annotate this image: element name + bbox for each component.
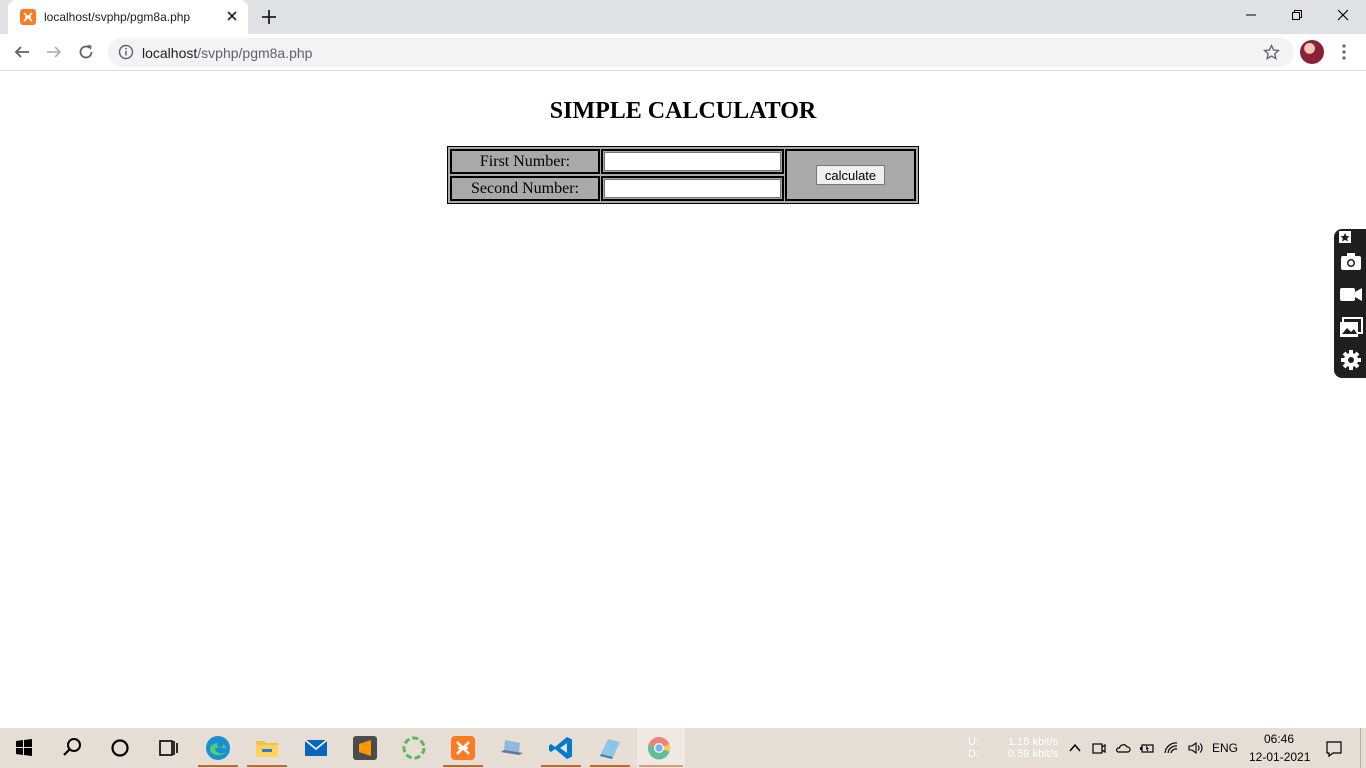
arrow-right-icon	[47, 46, 62, 58]
cortana-icon[interactable]	[106, 734, 134, 762]
profile-avatar[interactable]	[1300, 40, 1324, 64]
more-menu-icon[interactable]	[1336, 43, 1352, 61]
taskbar: U: D: 1.18 kbit/s 0.59 kbit/s	[0, 728, 1366, 768]
reload-icon	[79, 45, 93, 59]
close-window-button[interactable]	[1320, 0, 1366, 30]
file-explorer-icon[interactable]	[253, 734, 281, 762]
url-text: localhost/svphp/pgm8a.php	[142, 45, 312, 61]
page-title: SIMPLE CALCULATOR	[549, 98, 817, 124]
minimize-button[interactable]	[1228, 0, 1274, 30]
volume-icon[interactable]	[1187, 740, 1203, 756]
task-view-icon[interactable]	[154, 734, 182, 762]
close-tab-icon[interactable]	[224, 8, 240, 24]
xampp-taskbar-icon[interactable]	[449, 734, 477, 762]
start-icon[interactable]	[10, 734, 38, 762]
net-down-value: 0.59 kbit/s	[1008, 748, 1059, 760]
battery-icon[interactable]	[1139, 740, 1155, 756]
second-number-input[interactable]	[604, 179, 781, 198]
camera-icon[interactable]	[1339, 250, 1363, 272]
bookmark-star-icon[interactable]	[1263, 44, 1280, 61]
wifi-icon[interactable]	[1163, 740, 1179, 756]
pin-icon[interactable]	[1337, 229, 1353, 245]
browser-tab[interactable]: localhost/svphp/pgm8a.php	[8, 0, 248, 34]
notepad-active-indicator	[590, 765, 630, 767]
first-number-label: First Number:	[450, 149, 600, 174]
video-icon[interactable]	[1339, 283, 1363, 305]
minimize-icon	[1246, 14, 1256, 16]
address-bar[interactable]: localhost/svphp/pgm8a.php	[108, 38, 1294, 67]
url-path: /svphp/pgm8a.php	[197, 45, 313, 61]
capture-toolbar	[1334, 229, 1366, 378]
new-tab-icon[interactable]	[260, 8, 278, 26]
sync-icon[interactable]	[400, 734, 428, 762]
back-button[interactable]	[11, 41, 33, 63]
url-host: localhost	[142, 45, 198, 61]
mail-icon[interactable]	[302, 734, 330, 762]
explorer-active-indicator	[247, 765, 287, 767]
tab-strip: localhost/svphp/pgm8a.php	[0, 0, 1366, 34]
close-icon	[1337, 9, 1349, 21]
language-indicator[interactable]: ENG	[1212, 741, 1238, 755]
edge-icon[interactable]	[204, 734, 232, 762]
onedrive-icon[interactable]	[1115, 740, 1131, 756]
browser-toolbar: localhost/svphp/pgm8a.php	[0, 34, 1366, 71]
info-icon[interactable]	[118, 44, 134, 60]
xampp-icon	[20, 9, 36, 25]
chrome-active-highlight	[637, 728, 685, 768]
clock-time[interactable]: 06:46	[1264, 732, 1294, 746]
restore-button[interactable]	[1274, 0, 1320, 30]
net-up-value: 1.18 kbit/s	[1008, 736, 1059, 748]
calculate-button[interactable]: calculate	[816, 165, 885, 185]
chevron-up-icon[interactable]	[1067, 740, 1083, 756]
settings-icon[interactable]	[1339, 349, 1363, 371]
second-number-label: Second Number:	[450, 176, 600, 201]
first-number-cell	[601, 149, 784, 174]
second-number-cell	[601, 176, 784, 201]
tab-title: localhost/svphp/pgm8a.php	[44, 10, 191, 24]
reload-button[interactable]	[75, 41, 97, 63]
sublime-text-icon[interactable]	[351, 734, 379, 762]
clock-date[interactable]: 12-01-2021	[1249, 750, 1310, 764]
show-desktop-button[interactable]	[1360, 728, 1366, 768]
laptop-icon[interactable]	[498, 734, 526, 762]
vscode-active-indicator	[541, 765, 581, 767]
edge-active-indicator	[198, 765, 238, 767]
net-up-label: U:	[968, 736, 979, 748]
vscode-icon[interactable]	[547, 734, 575, 762]
restore-icon	[1292, 10, 1302, 20]
meet-now-icon[interactable]	[1091, 740, 1107, 756]
gallery-icon[interactable]	[1339, 316, 1363, 338]
net-down-label: D:	[968, 748, 979, 760]
arrow-left-icon	[14, 46, 29, 58]
search-icon[interactable]	[58, 734, 86, 762]
forward-button[interactable]	[43, 41, 65, 63]
xampp-active-indicator	[443, 765, 483, 767]
notepad-icon[interactable]	[596, 734, 624, 762]
notification-icon[interactable]	[1325, 740, 1343, 758]
first-number-input[interactable]	[604, 152, 781, 171]
